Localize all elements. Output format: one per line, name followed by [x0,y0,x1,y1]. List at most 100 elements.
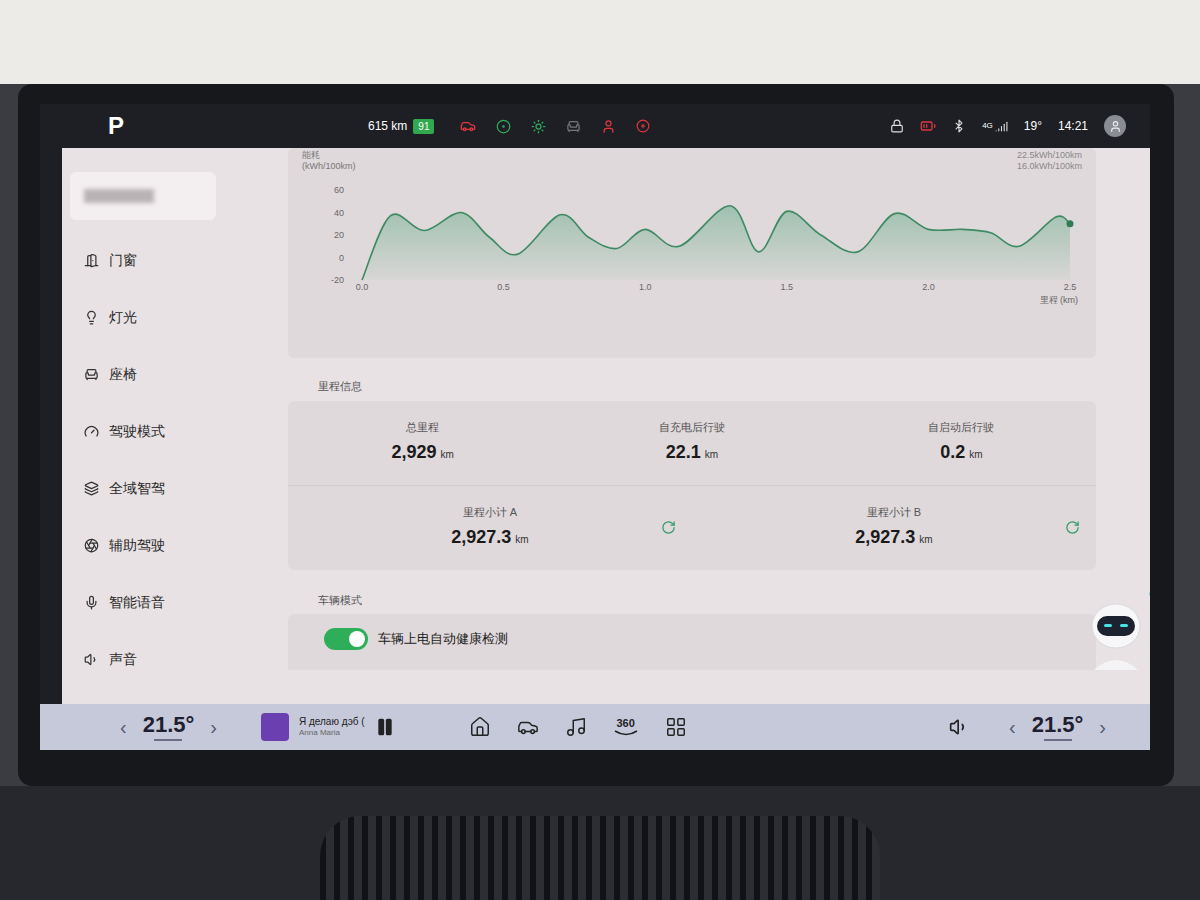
car-icon[interactable] [517,716,539,738]
reset-icon[interactable] [661,520,676,535]
mileage-unit: km [441,447,454,462]
sidebar-item[interactable]: 座椅 [70,346,230,403]
sidebar-item[interactable]: 声音 [70,631,230,688]
track-artist: Anna Maria [299,728,365,738]
sidebar-item-label: 辅助驾驶 [109,535,165,556]
battery-icon [920,118,936,134]
mileage-unit: km [969,447,982,462]
sidebar-item[interactable]: 辅助驾驶 [70,517,230,574]
lock-icon [890,119,904,133]
y-tick: -20 [331,275,344,285]
bluetooth-icon [952,119,966,133]
toggle-switch[interactable] [324,628,368,650]
sidebar-item-label: 门窗 [109,250,137,271]
temp-up-button[interactable]: › [1099,712,1106,742]
warning-car-icon [460,118,476,134]
blurred-label [84,189,154,203]
volume-icon[interactable] [949,717,969,737]
track-title: Я делаю дэб ( [299,716,365,728]
x-tick: 1.5 [781,282,794,292]
mileage-label: 里程小计 A [463,504,517,521]
range-text: 615 km [368,117,407,135]
battery-badge: 91 [413,119,434,134]
mileage-cell: 里程小计 A2,927.3km [288,486,692,570]
sidebar-item[interactable]: 灯光 [70,289,230,346]
mileage-value: 2,927.3 [451,524,511,551]
y-tick: 60 [334,185,344,195]
chart-stat: 16.0kWh/100km [1017,161,1082,172]
headlight-indicator-icon [531,119,546,134]
sidebar: 门窗灯光座椅驾驶模式全域智驾辅助驾驶智能语音声音 [62,148,280,704]
y-tick: 0 [339,252,344,262]
x-tick: 2.0 [922,282,935,292]
sidebar-item-label: 智能语音 [109,592,165,613]
series-area [362,205,1070,279]
panoramic-arc-icon [613,729,639,737]
sidebar-item-icon [84,424,99,439]
light-indicator-icon [496,119,511,134]
signal-icon [995,120,1008,133]
section-title: 里程信息 [288,378,1096,395]
sidebar-item-label: 全域智驾 [109,478,165,499]
chart-series [362,205,1074,279]
x-tick: 0.5 [497,282,510,292]
temp-up-button[interactable]: › [210,712,217,742]
temperature-value: 21.5° [1032,714,1084,736]
sidebar-item-icon [84,652,99,667]
home-icon[interactable] [469,716,491,738]
chart-unit: (kWh/100km) [302,161,356,172]
mileage-label: 自启动后行驶 [928,419,994,436]
sidebar-item-icon [84,538,99,553]
user-avatar[interactable] [1104,115,1126,137]
series-end-point [1067,220,1074,227]
mileage-cell: 自充电后行驶22.1km [557,401,826,485]
sidebar-item[interactable]: 智能语音 [70,574,230,631]
mileage-value: 2,927.3 [855,524,915,551]
sidebar-item[interactable]: 门窗 [70,232,230,289]
driver-climate[interactable]: ‹21.5°› [120,712,217,742]
fan-level-bar [1044,739,1072,741]
mileage-row: 里程小计 A2,927.3km里程小计 B2,927.3km [288,485,1096,570]
reset-icon[interactable] [1065,520,1080,535]
sidebar-item-label: 灯光 [109,307,137,328]
sidebar-item-icon [84,253,99,268]
seatbelt-icon [601,119,616,134]
mileage-label: 自充电后行驶 [659,419,725,436]
y-tick: 40 [334,207,344,217]
air-vent [320,816,880,900]
dashboard [0,786,1200,900]
music-icon[interactable] [565,716,587,738]
sidebar-blurred-item[interactable] [70,172,216,220]
sidebar-item-label: 座椅 [109,364,137,385]
assistant-mascot[interactable] [1084,596,1148,670]
temp-down-button[interactable]: ‹ [1009,712,1016,742]
passenger-climate[interactable]: ‹ 21.5° › [1009,712,1106,742]
mileage-cell: 里程小计 B2,927.3km [692,486,1096,570]
x-axis-label: 里程 (km) [1040,295,1079,305]
sidebar-item-label: 驾驶模式 [109,421,165,442]
sidebar-item[interactable]: 全域智驾 [70,460,230,517]
sidebar-item-icon [84,367,99,382]
energy-chart-panel: 能耗(kWh/100km)22.5kWh/100km16.0kWh/100km6… [288,148,1096,358]
sidebar-item-icon [84,310,99,325]
mileage-row: 总里程2,929km自充电后行驶22.1km自启动后行驶0.2km [288,401,1096,485]
mileage-unit: km [919,532,932,547]
user-icon [1109,120,1122,133]
sidebar-item[interactable]: 驾驶模式 [70,403,230,460]
apps-icon[interactable] [665,716,687,738]
sidebar-item-icon [84,481,99,496]
panoramic-label: 360 [616,718,634,729]
chart-title: 能耗 [302,150,356,161]
clock: 14:21 [1058,117,1088,135]
temp-down-button[interactable]: ‹ [120,712,127,742]
music-note-icon [1148,578,1150,598]
y-tick: 20 [334,230,344,240]
pause-icon[interactable] [375,717,395,737]
media-player[interactable]: Я делаю дэб (Anna Maria [261,713,395,741]
panoramic-camera-button[interactable]: 360 [613,718,639,737]
toggle-row[interactable]: 车辆上电自动健康检测 [288,628,1096,650]
gear-indicator: P [108,108,148,144]
seat-indicator-icon [566,119,581,134]
mileage-value: 22.1 [666,439,701,466]
display-bezel: P615 km914G19°14:21门窗灯光座椅驾驶模式全域智驾辅助驾驶智能语… [18,84,1174,786]
